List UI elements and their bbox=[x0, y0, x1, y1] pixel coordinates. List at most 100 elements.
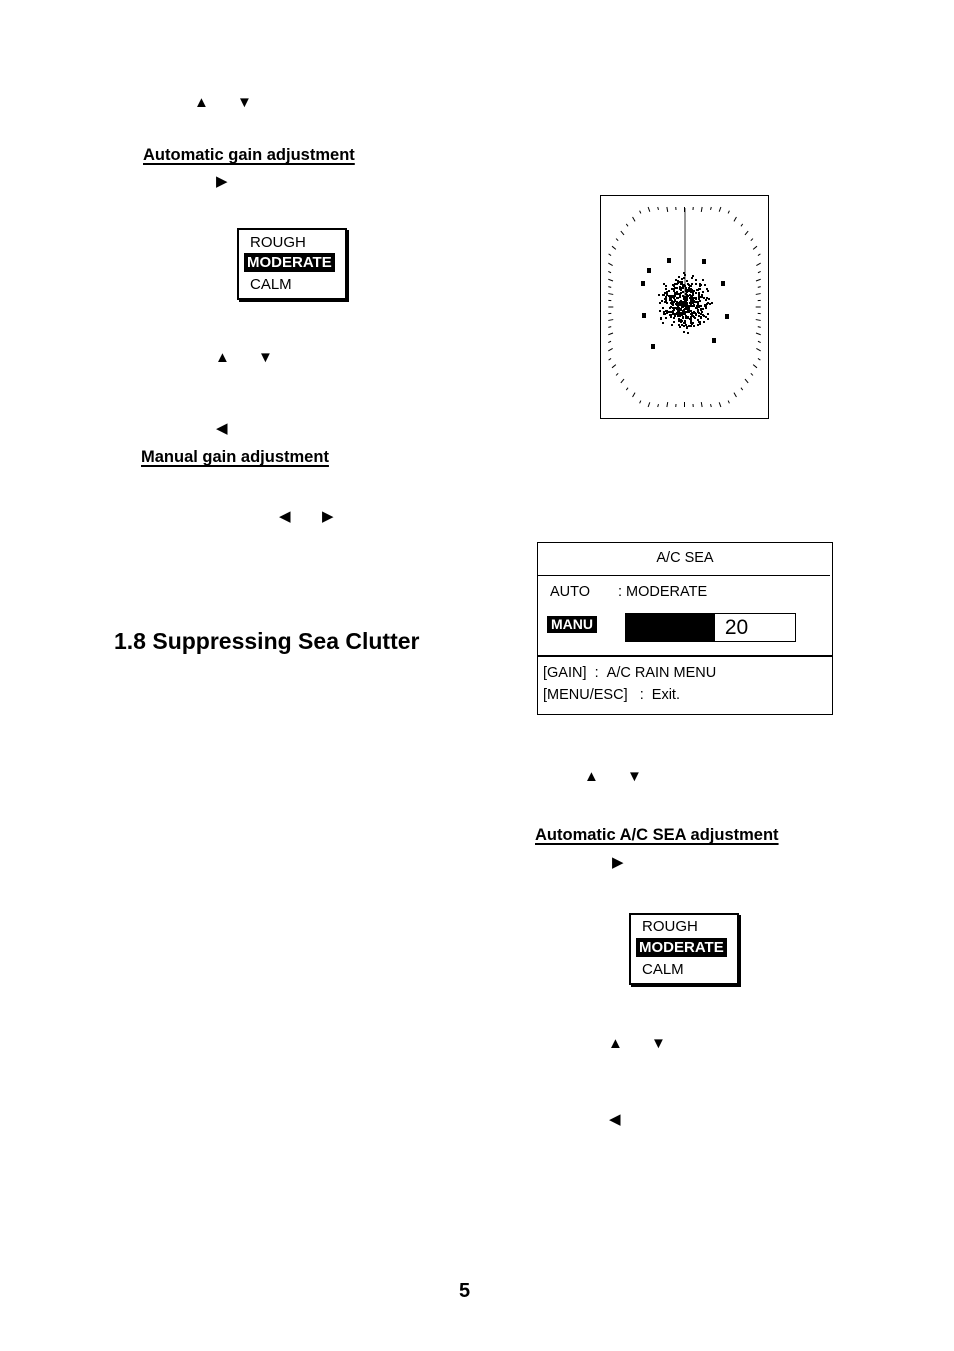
up-arrow-icon: ▲ bbox=[608, 1035, 623, 1052]
clutter-dot bbox=[683, 303, 685, 305]
clutter-dot bbox=[685, 304, 687, 306]
range-tick bbox=[608, 340, 612, 343]
clutter-dot bbox=[674, 292, 676, 294]
range-tick bbox=[625, 387, 629, 391]
clutter-dot bbox=[665, 298, 667, 300]
option-calm[interactable]: CALM bbox=[639, 960, 687, 979]
clutter-dot bbox=[679, 295, 681, 297]
clutter-dot bbox=[690, 303, 692, 305]
option-moderate-selected[interactable]: MODERATE bbox=[636, 938, 727, 957]
range-tick bbox=[710, 206, 712, 211]
option-rough[interactable]: ROUGH bbox=[247, 233, 309, 252]
separator: : bbox=[639, 687, 644, 703]
clutter-dot bbox=[696, 305, 698, 307]
clutter-dot bbox=[704, 305, 706, 307]
clutter-dot bbox=[689, 297, 691, 299]
target-echo bbox=[651, 344, 655, 349]
action-ac-rain-menu: A/C RAIN MENU bbox=[606, 665, 717, 681]
target-echo bbox=[725, 314, 729, 319]
manu-level-bar[interactable]: 20 bbox=[625, 613, 796, 642]
clutter-dot bbox=[689, 318, 691, 320]
clutter-dot bbox=[686, 327, 688, 329]
option-rough[interactable]: ROUGH bbox=[639, 917, 701, 936]
clutter-dot bbox=[698, 312, 700, 314]
clutter-dot bbox=[661, 300, 663, 302]
clutter-dot bbox=[698, 295, 700, 297]
range-tick bbox=[608, 348, 613, 352]
range-tick bbox=[750, 372, 754, 376]
range-tick bbox=[750, 238, 754, 242]
clutter-dot bbox=[697, 324, 699, 326]
clutter-dot bbox=[684, 298, 686, 300]
action-exit: Exit. bbox=[651, 687, 680, 703]
clutter-dot bbox=[684, 320, 686, 322]
target-echo bbox=[642, 313, 646, 318]
clutter-dot bbox=[674, 283, 676, 285]
range-tick bbox=[755, 319, 761, 321]
clutter-dot bbox=[682, 310, 684, 312]
up-arrow-icon: ▲ bbox=[584, 768, 599, 785]
clutter-dot bbox=[681, 324, 683, 326]
range-tick bbox=[615, 238, 619, 242]
clutter-dot bbox=[663, 311, 665, 313]
option-calm[interactable]: CALM bbox=[247, 275, 295, 294]
clutter-dot bbox=[659, 302, 661, 304]
clutter-dot bbox=[679, 326, 681, 328]
clutter-dot bbox=[695, 307, 697, 309]
page-number: 5 bbox=[459, 1280, 471, 1302]
clutter-dot bbox=[683, 305, 685, 307]
clutter-dot bbox=[691, 298, 693, 300]
clutter-dot bbox=[671, 300, 673, 302]
right-arrow-icon: ▶ bbox=[216, 173, 228, 190]
clutter-dot bbox=[680, 309, 682, 311]
clutter-dot bbox=[658, 294, 660, 296]
clutter-dot bbox=[685, 315, 687, 317]
clutter-dot bbox=[707, 313, 709, 315]
range-tick bbox=[611, 364, 617, 369]
key-gain: [GAIN] bbox=[543, 665, 587, 681]
option-moderate-selected[interactable]: MODERATE bbox=[244, 253, 335, 272]
clutter-dot bbox=[708, 298, 710, 300]
clutter-dot bbox=[706, 288, 708, 290]
range-tick bbox=[666, 401, 669, 408]
range-tick bbox=[620, 378, 625, 384]
ac-sea-menu: A/C SEA AUTO : MODERATE MANU 20 [GAIN] :… bbox=[537, 542, 833, 715]
clutter-dot bbox=[691, 277, 693, 279]
clutter-dot bbox=[693, 311, 695, 313]
footer-gain: [GAIN] : A/C RAIN MENU bbox=[543, 665, 716, 681]
clutter-dot bbox=[665, 285, 667, 287]
clutter-dot bbox=[684, 313, 686, 315]
clutter-dot bbox=[687, 317, 689, 319]
clutter-dot bbox=[671, 295, 673, 297]
clutter-dot bbox=[677, 305, 679, 307]
menu-title: A/C SEA bbox=[656, 550, 714, 566]
down-arrow-icon: ▼ bbox=[651, 1035, 666, 1052]
clutter-dot bbox=[690, 289, 692, 291]
clutter-dot bbox=[678, 320, 680, 322]
clutter-dot bbox=[675, 303, 677, 305]
manu-label-selected[interactable]: MANU bbox=[547, 616, 597, 633]
clutter-dot bbox=[674, 300, 676, 302]
clutter-dot bbox=[683, 284, 685, 286]
clutter-dot bbox=[666, 302, 668, 304]
clutter-dot bbox=[685, 306, 687, 308]
clutter-dot bbox=[686, 302, 688, 304]
clutter-dot bbox=[677, 297, 679, 299]
clutter-dot bbox=[699, 288, 701, 290]
clutter-dot bbox=[697, 302, 699, 304]
range-tick bbox=[757, 253, 761, 256]
range-tick bbox=[727, 210, 730, 214]
range-tick bbox=[757, 340, 761, 343]
clutter-dot bbox=[683, 272, 685, 274]
clutter-dot bbox=[689, 285, 691, 287]
clutter-dot bbox=[686, 311, 688, 313]
clutter-dot bbox=[682, 316, 684, 318]
clutter-dot bbox=[684, 322, 686, 324]
clutter-dot bbox=[679, 281, 681, 283]
clutter-dot bbox=[675, 279, 677, 281]
clutter-dot bbox=[689, 305, 691, 307]
clutter-dot bbox=[691, 305, 693, 307]
range-tick bbox=[625, 223, 629, 227]
auto-label[interactable]: AUTO bbox=[550, 584, 590, 600]
clutter-dot bbox=[706, 297, 708, 299]
